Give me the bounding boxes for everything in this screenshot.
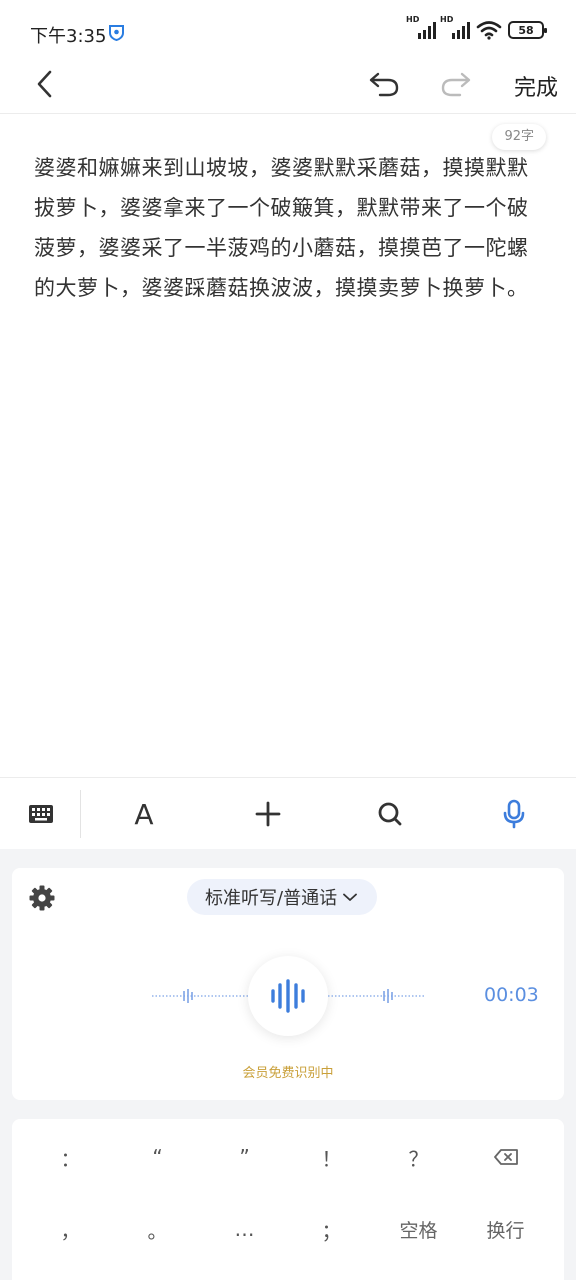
waveform-left: [152, 989, 248, 1003]
waveform-right: [328, 989, 424, 1003]
recording-timer: 00:03: [484, 984, 539, 1006]
wifi-icon: [476, 21, 502, 40]
hd-label: HD: [406, 15, 420, 24]
signal-icon: HD: [406, 15, 436, 39]
key-colon[interactable]: ：: [27, 1130, 114, 1184]
shield-app-icon: [109, 25, 124, 41]
key-semicolon[interactable]: ；: [288, 1202, 375, 1256]
vip-status-note: 会员免费识别中: [242, 1066, 334, 1081]
toolbar-divider: [80, 790, 81, 838]
search-button[interactable]: [370, 794, 410, 834]
voice-input-button[interactable]: [494, 794, 534, 834]
status-time: 下午3:35: [30, 26, 107, 47]
status-icons: HD HD 58: [406, 15, 547, 40]
key-question[interactable]: ？: [375, 1130, 462, 1184]
dictation-mode-label: 标准听写/普通话: [205, 888, 338, 909]
battery-icon: 58: [508, 21, 547, 39]
hd-label-2: HD: [440, 15, 454, 24]
gear-icon[interactable]: [28, 884, 56, 912]
keyboard-icon: [29, 805, 53, 823]
punctuation-keyboard: ： “ ” ！ ？ ， 。 … ； 空格 换行: [12, 1119, 564, 1280]
keyboard-toggle-button[interactable]: [22, 794, 60, 834]
top-toolbar: 完成: [0, 56, 576, 114]
key-left-quote[interactable]: “: [114, 1130, 201, 1184]
key-comma[interactable]: ，: [27, 1202, 114, 1256]
key-exclamation[interactable]: ！: [288, 1130, 375, 1184]
chevron-left-icon: [37, 70, 52, 98]
key-delete[interactable]: [462, 1130, 549, 1184]
document-text[interactable]: 婆婆和嫲嫲来到山坡坡，婆婆默默采蘑菇，摸摸默默拔萝卜，婆婆拿来了一个破簸箕，默默…: [34, 148, 534, 308]
done-button[interactable]: 完成: [514, 70, 558, 102]
key-period[interactable]: 。: [114, 1202, 201, 1256]
redo-button[interactable]: [438, 68, 472, 100]
signal-icon-2: HD: [440, 15, 470, 39]
plus-icon: [255, 801, 281, 827]
chevron-down-icon: [343, 893, 357, 901]
undo-button[interactable]: [368, 68, 402, 100]
voice-input-card: 标准听写/普通话 00:03 会员免费识别中: [12, 868, 564, 1100]
format-toolbar: A: [0, 777, 576, 849]
font-format-button[interactable]: A: [124, 794, 164, 834]
word-count-badge: 92字: [492, 124, 546, 150]
key-newline[interactable]: 换行: [462, 1202, 549, 1256]
key-space[interactable]: 空格: [375, 1202, 462, 1256]
search-icon: [378, 802, 402, 826]
insert-button[interactable]: [248, 794, 288, 834]
key-right-quote[interactable]: ”: [201, 1130, 288, 1184]
sound-wave-icon: [271, 979, 305, 1013]
recording-button[interactable]: [248, 956, 328, 1036]
back-button[interactable]: [28, 68, 60, 100]
dictation-mode-select[interactable]: 标准听写/普通话: [187, 879, 378, 915]
backspace-icon: [493, 1149, 518, 1165]
microphone-icon: [503, 799, 525, 829]
key-ellipsis[interactable]: …: [201, 1202, 288, 1256]
